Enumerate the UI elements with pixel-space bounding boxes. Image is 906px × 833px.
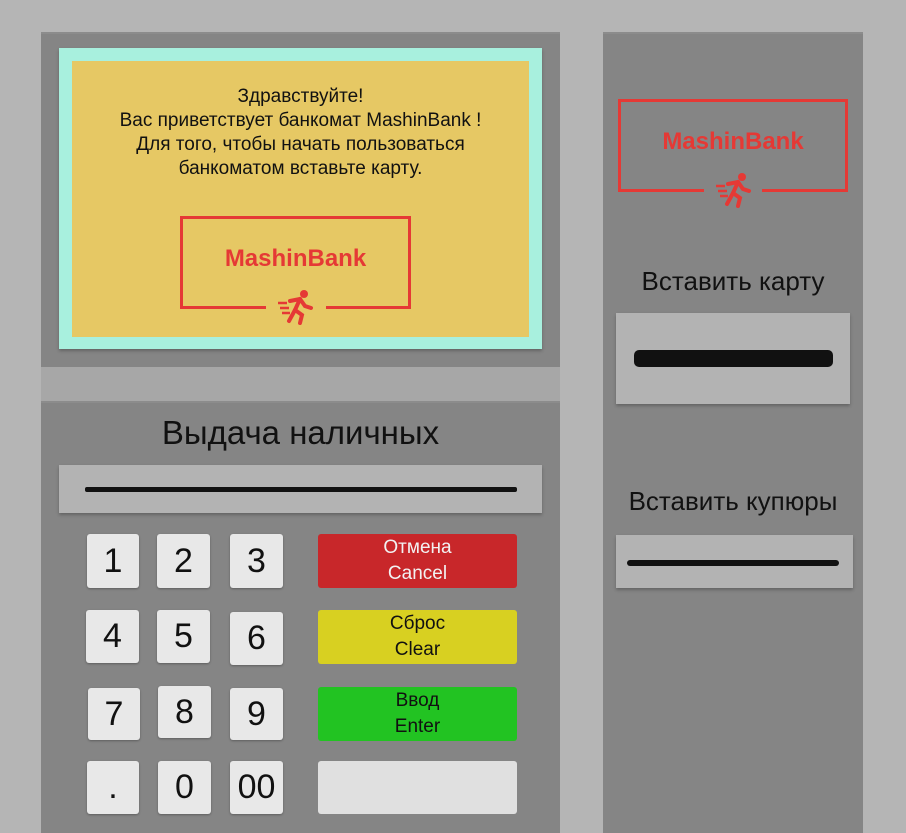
clear-button[interactable]: Сброс Clear — [318, 610, 517, 664]
key-8[interactable]: 8 — [158, 686, 211, 738]
screen-logo-text: MashinBank — [224, 245, 367, 272]
bill-slot[interactable] — [616, 535, 853, 588]
key-1[interactable]: 1 — [87, 534, 139, 588]
bill-slot-opening — [627, 560, 839, 566]
blank-function-button[interactable] — [318, 761, 517, 814]
key-5[interactable]: 5 — [157, 610, 210, 663]
card-slot[interactable] — [616, 313, 850, 404]
right-top-bar — [603, 0, 863, 34]
key-dot[interactable]: . — [87, 761, 139, 814]
insert-card-label: Вставить карту — [641, 266, 825, 296]
running-man-icon — [716, 173, 751, 208]
cash-slot-line — [85, 487, 517, 492]
cash-dispenser-slot — [59, 465, 542, 513]
greeting-text: Здравствуйте! Вас приветствует банкомат … — [119, 86, 482, 179]
key-6[interactable]: 6 — [230, 612, 283, 665]
atm-screen: Здравствуйте! Вас приветствует банкомат … — [72, 61, 529, 337]
key-9[interactable]: 9 — [230, 688, 283, 740]
side-logo-text: MashinBank — [662, 128, 804, 155]
insert-bills-label: Вставить купюры — [628, 486, 838, 516]
key-0[interactable]: 0 — [158, 761, 211, 814]
key-7[interactable]: 7 — [88, 688, 140, 740]
cash-dispenser-label: Выдача наличных — [161, 414, 440, 451]
card-slot-opening — [634, 350, 833, 367]
key-2[interactable]: 2 — [157, 534, 210, 588]
running-man-icon — [278, 290, 313, 325]
enter-button[interactable]: Ввод Enter — [318, 687, 517, 741]
left-top-bar — [41, 0, 560, 34]
key-3[interactable]: 3 — [230, 534, 283, 588]
key-4[interactable]: 4 — [86, 610, 139, 663]
cancel-button[interactable]: Отмена Cancel — [318, 534, 517, 588]
cash-slot-strip — [41, 367, 560, 403]
key-00[interactable]: 00 — [230, 761, 283, 814]
